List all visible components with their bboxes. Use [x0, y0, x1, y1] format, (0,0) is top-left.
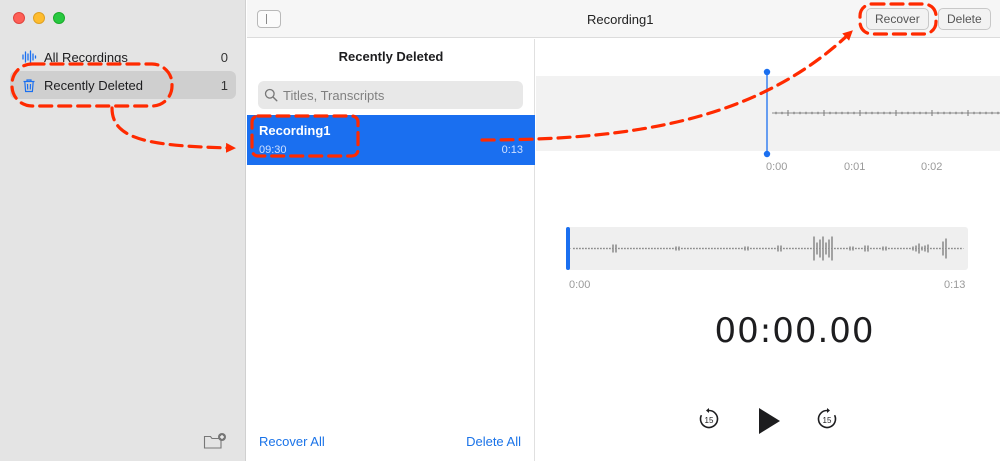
- search-field[interactable]: [258, 81, 523, 109]
- play-icon: [759, 408, 780, 434]
- titlebar: Recording1 Recover Delete: [247, 0, 1000, 38]
- playback-pane: 0:00 0:01 0:02 0:00 0:13 00:00.00 15 15: [536, 39, 1000, 461]
- recover-button[interactable]: Recover: [866, 8, 929, 30]
- skip-back-button[interactable]: 15: [697, 407, 721, 436]
- recording-duration: 0:13: [501, 144, 523, 156]
- timeline-tick-label: 0:00: [766, 161, 788, 173]
- recording-time: 09:30: [259, 144, 287, 156]
- sidebar-toggle-icon[interactable]: [257, 10, 281, 28]
- sidebar-item-all-recordings[interactable]: All Recordings 0: [10, 43, 236, 71]
- playhead[interactable]: [763, 68, 771, 158]
- new-folder-icon[interactable]: [203, 432, 227, 450]
- scrubber-start-label: 0:00: [569, 279, 591, 291]
- delete-all-button[interactable]: Delete All: [466, 434, 521, 449]
- skip-forward-button[interactable]: 15: [815, 407, 839, 436]
- waveform-icon: [18, 50, 40, 64]
- delete-button[interactable]: Delete: [938, 8, 991, 30]
- sidebar-item-count: 0: [220, 49, 228, 65]
- sidebar-item-count: 1: [220, 77, 228, 93]
- recover-all-button[interactable]: Recover All: [259, 434, 325, 449]
- search-input[interactable]: [283, 87, 513, 103]
- skip-forward-15-icon: 15: [817, 408, 837, 429]
- timeline-tick-label: 0:02: [921, 161, 943, 173]
- timeline-tick-label: 0:01: [844, 161, 866, 173]
- zoom-window-button[interactable]: [53, 12, 65, 24]
- recording-name: Recording1: [259, 123, 331, 138]
- minimize-window-button[interactable]: [33, 12, 45, 24]
- sidebar: All Recordings 0 Recently Deleted 1: [0, 0, 246, 461]
- trash-icon: [18, 78, 40, 93]
- skip-forward-seconds: 15: [823, 416, 832, 425]
- skip-back-seconds: 15: [705, 416, 714, 425]
- overview-waveform[interactable]: [566, 227, 968, 270]
- window-controls: [13, 12, 65, 24]
- sidebar-item-label: Recently Deleted: [44, 77, 143, 93]
- scrubber-handle: [566, 227, 570, 270]
- search-icon: [264, 88, 278, 102]
- window-title: Recording1: [587, 12, 654, 27]
- sidebar-item-label: All Recordings: [44, 49, 128, 65]
- sidebar-item-recently-deleted[interactable]: Recently Deleted 1: [10, 71, 236, 99]
- play-button[interactable]: [755, 405, 783, 442]
- recordings-list-pane: Recently Deleted Recording1 09:30 0:13 R…: [247, 39, 535, 461]
- skip-back-15-icon: 15: [699, 408, 719, 429]
- elapsed-timer: 00:00.00: [714, 311, 875, 351]
- close-window-button[interactable]: [13, 12, 25, 24]
- scrubber-end-label: 0:13: [944, 279, 966, 291]
- list-heading: Recently Deleted: [338, 49, 444, 64]
- recording-row[interactable]: Recording1 09:30 0:13: [247, 115, 535, 165]
